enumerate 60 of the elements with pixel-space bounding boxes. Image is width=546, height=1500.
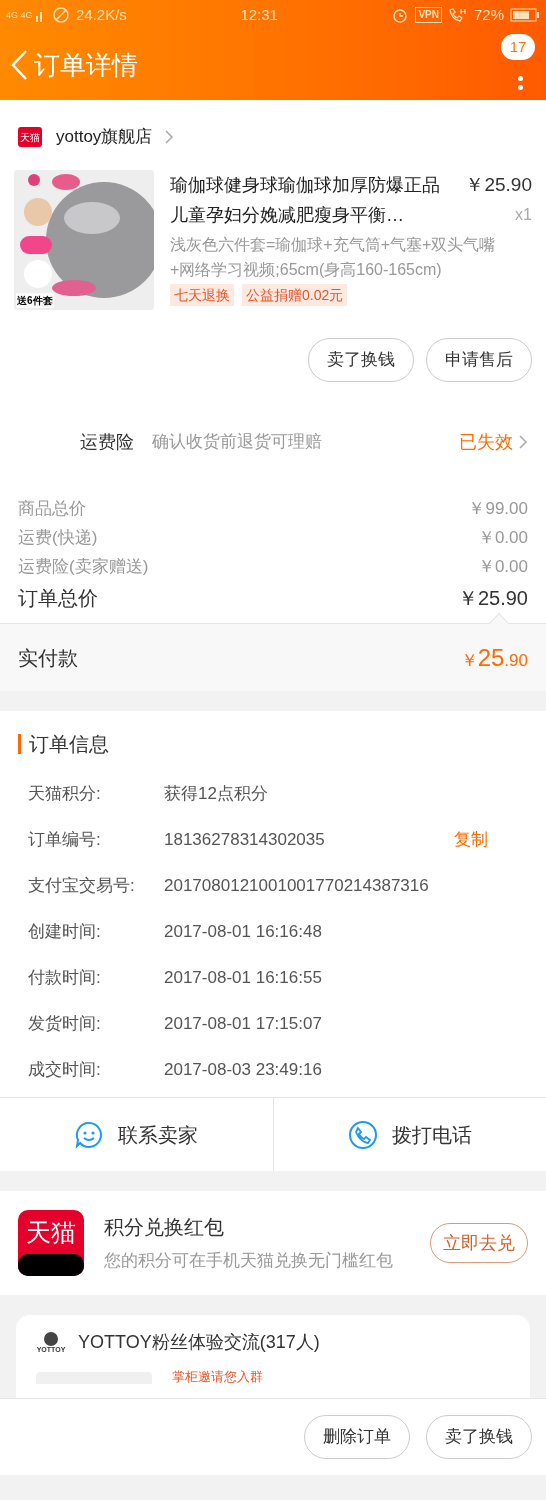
battery-icon <box>510 8 540 22</box>
blocked-icon <box>52 6 70 24</box>
notification-badge: 17 <box>501 34 535 60</box>
info-label: 支付宝交易号: <box>28 875 136 898</box>
page-title: 订单详情 <box>34 48 138 82</box>
hd-call-icon <box>448 7 468 23</box>
info-value: 2017-08-01 16:16:48 <box>164 921 323 943</box>
back-icon <box>10 49 28 81</box>
price-label: 运费(快递) <box>18 526 98 549</box>
info-label: 创建时间: <box>28 921 102 944</box>
total-label: 订单总价 <box>18 586 98 611</box>
insurance-description: 确认收货前退货可理赔 <box>152 431 323 453</box>
section-title: 订单信息 <box>29 732 109 757</box>
contact-button[interactable]: 拨打电话 <box>272 1098 546 1171</box>
info-label: 天猫积分: <box>28 783 102 806</box>
product-title[interactable]: 瑜伽球健身球瑜伽球加厚防爆正品儿童孕妇分娩减肥瘦身平衡… <box>170 170 452 230</box>
chevron-icon <box>519 435 528 449</box>
network-speed: 24.2K/s <box>76 4 127 25</box>
chat-icon <box>74 1119 105 1150</box>
total-value: ￥25.90 <box>457 586 528 611</box>
network-indicator: 4G 4G <box>6 10 34 20</box>
service-tag: 公益捐赠0.02元 <box>242 284 348 306</box>
info-label: 订单编号: <box>28 829 102 852</box>
tmall-logo: 天猫 <box>18 1210 84 1276</box>
store-logo: 天猫 <box>18 127 42 147</box>
info-value: 18136278314302035 <box>164 829 326 851</box>
info-value: 获得12点积分 <box>164 783 269 805</box>
price-label: 运费险(卖家赠送) <box>18 555 149 578</box>
info-label: 付款时间: <box>28 967 102 990</box>
product-sku: 浅灰色六件套=瑜伽球+充气筒+气塞+双头气嘴+网络学习视频;65cm(身高160-165cm) <box>170 235 497 280</box>
info-value: 2017-08-01 16:16:55 <box>164 967 323 989</box>
paid-label: 实付款 <box>18 645 78 671</box>
product-price: ￥25.90 <box>465 173 532 197</box>
invite-text: 掌柜邀请您入群 <box>172 1370 263 1384</box>
group-title: YOTTOY粉丝体验交流(317人) <box>78 1331 320 1354</box>
info-value: 2017080121001001770214387316 <box>164 875 430 897</box>
phone-icon <box>347 1119 378 1150</box>
price-value: ￥0.00 <box>477 526 528 549</box>
promo-subtitle: 您的积分可在手机天猫兑换无门槛红包 <box>104 1250 394 1273</box>
alarm-icon <box>391 6 410 24</box>
paid-amount: ￥25.90 <box>460 642 528 673</box>
contact-button[interactable]: 联系卖家 <box>0 1098 273 1171</box>
back-button[interactable] <box>10 49 28 81</box>
vpn-badge: VPN <box>415 7 442 23</box>
service-tag: 七天退换 <box>170 284 234 306</box>
battery-percent: 72% <box>474 4 504 25</box>
image-caption: 送6件套 <box>16 293 54 308</box>
price-label: 商品总价 <box>18 497 86 520</box>
chevron-icon <box>164 129 175 145</box>
promo-title: 积分兑换红包 <box>104 1215 225 1241</box>
product-quantity: x1 <box>515 205 532 225</box>
price-value: ￥0.00 <box>477 555 528 578</box>
info-value: 2017-08-01 17:15:07 <box>164 1013 323 1035</box>
insurance-label: 运费险 <box>79 430 135 454</box>
price-value: ￥99.00 <box>468 497 528 520</box>
store-name[interactable]: yottoy旗舰店 <box>56 124 175 150</box>
info-label: 成交时间: <box>28 1059 102 1082</box>
info-label: 发货时间: <box>28 1013 102 1036</box>
clock: 12:31 <box>240 4 278 25</box>
info-value: 2017-08-03 23:49:16 <box>164 1059 323 1081</box>
